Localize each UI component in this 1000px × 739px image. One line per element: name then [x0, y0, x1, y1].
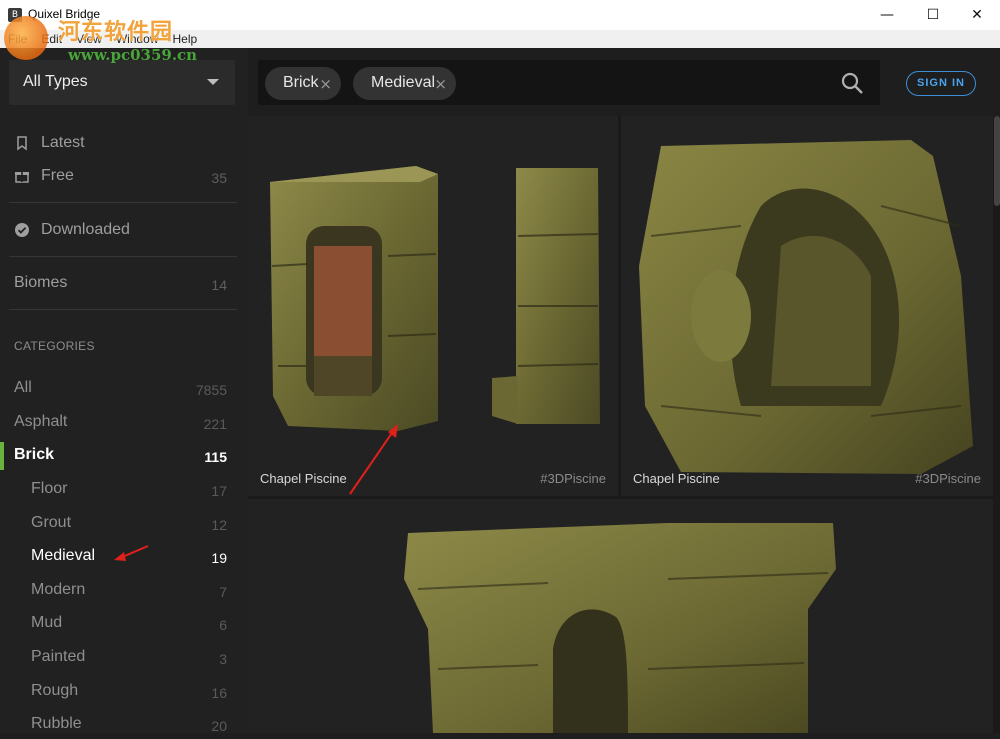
sidebar-item-label: Free — [41, 167, 74, 184]
category-count: 7 — [219, 584, 227, 600]
asset-thumbnail — [639, 140, 973, 474]
maximize-icon[interactable]: ☐ — [910, 0, 956, 30]
category-label: Rubble — [31, 715, 82, 732]
category-label: Painted — [31, 648, 86, 665]
category-brick[interactable]: Brick 115 — [0, 442, 248, 470]
subcategory-floor[interactable]: Floor 17 — [0, 476, 248, 504]
subcategory-medieval[interactable]: Medieval 19 — [0, 543, 248, 571]
category-label: Grout — [31, 514, 72, 531]
category-count: 6 — [219, 617, 227, 633]
subcategory-modern[interactable]: Modern 7 — [0, 577, 248, 605]
window-title: Quixel Bridge — [28, 7, 101, 21]
sidebar-item-free[interactable]: Free 35 — [0, 163, 248, 191]
category-count: 12 — [211, 517, 227, 533]
category-count: 16 — [211, 685, 227, 701]
sidebar-item-latest[interactable]: Latest — [0, 130, 248, 158]
category-count: 17 — [211, 483, 227, 499]
category-label: Modern — [31, 581, 86, 598]
category-asphalt[interactable]: Asphalt 221 — [0, 409, 248, 437]
sidebar-item-count: 35 — [211, 170, 227, 186]
asset-card[interactable]: Chapel Piscine #3DPiscine — [621, 116, 993, 496]
asset-card[interactable] — [248, 499, 993, 733]
category-label: Mud — [31, 614, 63, 631]
scrollbar[interactable] — [994, 116, 1000, 206]
menu-help[interactable]: Help — [173, 32, 198, 46]
search-input[interactable]: Brick × Medieval × — [258, 60, 880, 105]
sidebar-item-label: Latest — [41, 134, 85, 151]
main-content: Brick × Medieval × SIGN IN Chapel Piscin… — [248, 48, 1000, 733]
subcategory-rubble[interactable]: Rubble 20 — [0, 711, 248, 739]
chip-label: Brick — [283, 74, 319, 91]
category-label: Asphalt — [14, 413, 68, 430]
asset-tag[interactable]: #3DPiscine — [540, 471, 606, 486]
chevron-down-icon — [207, 79, 219, 85]
subcategory-rough[interactable]: Rough 16 — [0, 678, 248, 706]
category-label: Rough — [31, 682, 79, 699]
check-circle-icon — [15, 223, 29, 237]
menu-view[interactable]: View — [76, 32, 102, 46]
asset-tag[interactable]: #3DPiscine — [915, 471, 981, 486]
category-label: All — [14, 379, 32, 396]
window-titlebar: B Quixel Bridge — ☐ ✕ — [0, 0, 1000, 30]
close-icon[interactable]: ✕ — [954, 0, 1000, 30]
type-filter-select[interactable]: All Types — [9, 60, 235, 105]
minimize-icon[interactable]: — — [864, 0, 910, 30]
category-count: 19 — [211, 550, 227, 566]
filter-chip-brick[interactable]: Brick × — [265, 67, 341, 100]
subcategory-painted[interactable]: Painted 3 — [0, 644, 248, 672]
close-icon[interactable]: × — [434, 75, 447, 93]
menu-bar: File Edit View Window Help — [0, 30, 1000, 48]
menu-file[interactable]: File — [8, 32, 27, 46]
sidebar-item-label: Biomes — [14, 274, 68, 291]
category-count: 7855 — [195, 382, 227, 398]
chip-label: Medieval — [371, 74, 436, 91]
category-count: 3 — [219, 651, 227, 667]
top-bar: Brick × Medieval × SIGN IN — [248, 48, 1000, 116]
asset-thumbnail — [270, 166, 600, 431]
sidebar-item-biomes[interactable]: Biomes 14 — [0, 270, 248, 298]
filter-chip-medieval[interactable]: Medieval × — [353, 67, 456, 100]
search-icon[interactable] — [840, 71, 864, 95]
sidebar: All Types Latest Free 35 Downloaded Biom… — [0, 48, 248, 734]
asset-name: Chapel Piscine — [260, 471, 347, 486]
category-count: 221 — [203, 416, 227, 432]
divider — [9, 256, 237, 257]
sidebar-item-count: 14 — [211, 277, 227, 293]
bookmark-icon — [17, 136, 27, 151]
subcategory-mud[interactable]: Mud 6 — [0, 610, 248, 638]
asset-thumbnail — [404, 523, 836, 733]
category-label: Floor — [31, 480, 68, 497]
asset-card[interactable]: Chapel Piscine #3DPiscine — [248, 116, 618, 496]
divider — [9, 202, 237, 203]
type-filter-value: All Types — [23, 73, 88, 90]
menu-window[interactable]: Window — [116, 32, 159, 46]
category-count: 115 — [204, 449, 227, 465]
subcategory-grout[interactable]: Grout 12 — [0, 510, 248, 538]
sidebar-item-label: Downloaded — [41, 221, 130, 238]
category-all[interactable]: All 7855 — [0, 375, 248, 403]
category-label: Brick — [14, 446, 55, 463]
category-count: 20 — [211, 718, 227, 734]
divider — [9, 309, 237, 310]
menu-edit[interactable]: Edit — [41, 32, 62, 46]
close-icon[interactable]: × — [319, 75, 332, 93]
asset-name: Chapel Piscine — [633, 471, 720, 486]
categories-heading: CATEGORIES — [14, 339, 95, 353]
category-label: Medieval — [31, 547, 96, 564]
sidebar-item-downloaded[interactable]: Downloaded — [0, 217, 248, 245]
app-icon: B — [8, 8, 22, 22]
gift-icon — [15, 172, 29, 183]
active-indicator — [0, 442, 4, 470]
sign-in-button[interactable]: SIGN IN — [906, 71, 976, 96]
